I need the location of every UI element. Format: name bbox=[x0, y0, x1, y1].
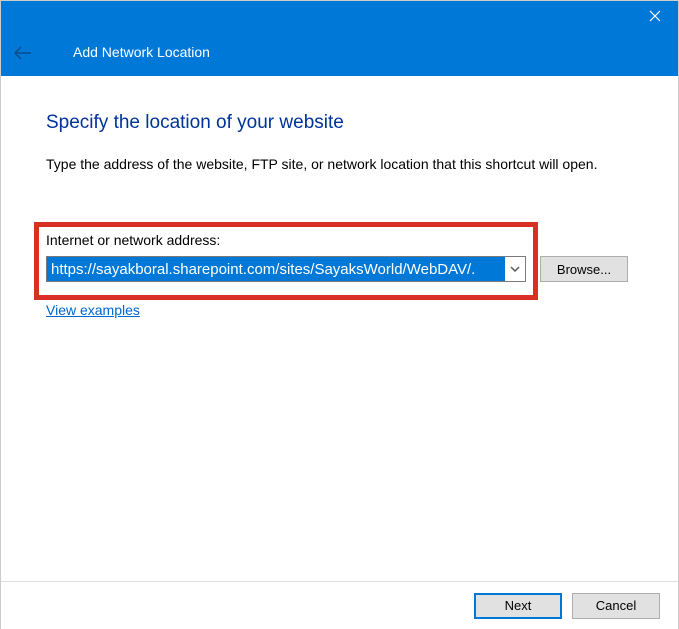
address-dropdown-button[interactable] bbox=[505, 257, 525, 281]
back-arrow-icon bbox=[14, 46, 32, 60]
back-button[interactable] bbox=[11, 41, 35, 65]
address-input[interactable] bbox=[47, 257, 505, 281]
address-combobox[interactable] bbox=[46, 256, 526, 282]
close-icon bbox=[649, 10, 661, 22]
close-button[interactable] bbox=[632, 1, 678, 31]
page-description: Type the address of the website, FTP sit… bbox=[46, 156, 633, 172]
browse-button[interactable]: Browse... bbox=[540, 256, 628, 282]
address-label: Internet or network address: bbox=[46, 232, 526, 248]
cancel-button[interactable]: Cancel bbox=[572, 593, 660, 619]
view-examples-link[interactable]: View examples bbox=[46, 302, 140, 318]
page-heading: Specify the location of your website bbox=[46, 112, 633, 134]
chevron-down-icon bbox=[510, 266, 520, 272]
next-button[interactable]: Next bbox=[474, 593, 562, 619]
window-title: Add Network Location bbox=[73, 44, 210, 60]
